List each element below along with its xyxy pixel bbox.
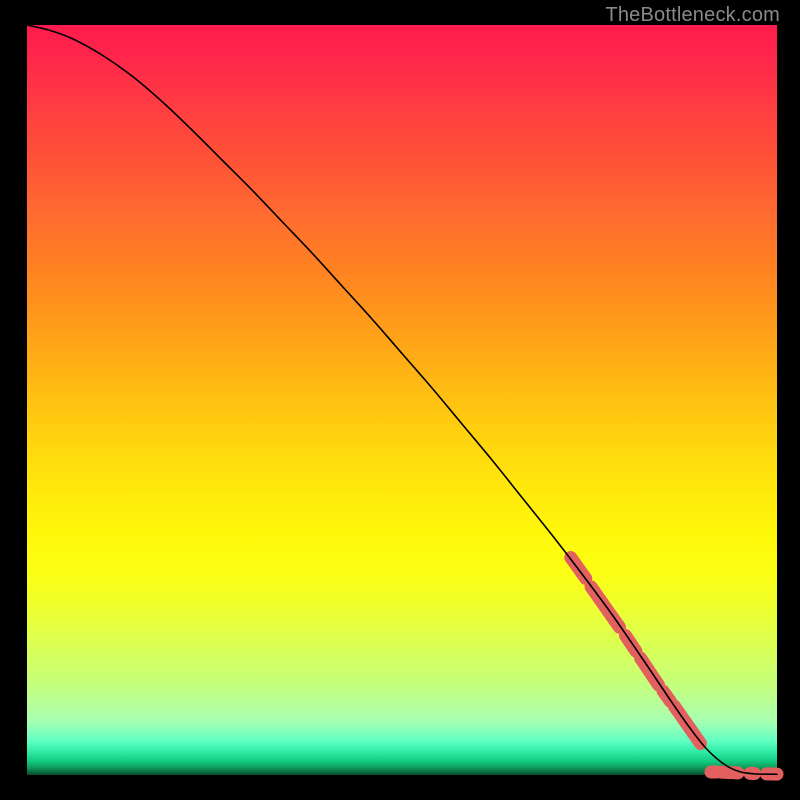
highlight-segment [641, 658, 659, 685]
chart-svg [27, 25, 777, 775]
curve-line [27, 25, 777, 774]
highlight-group [571, 558, 777, 775]
chart-stage: TheBottleneck.com [0, 0, 800, 800]
watermark-label: TheBottleneck.com [605, 4, 780, 27]
plot-area [27, 25, 777, 775]
highlight-segment [626, 636, 637, 652]
